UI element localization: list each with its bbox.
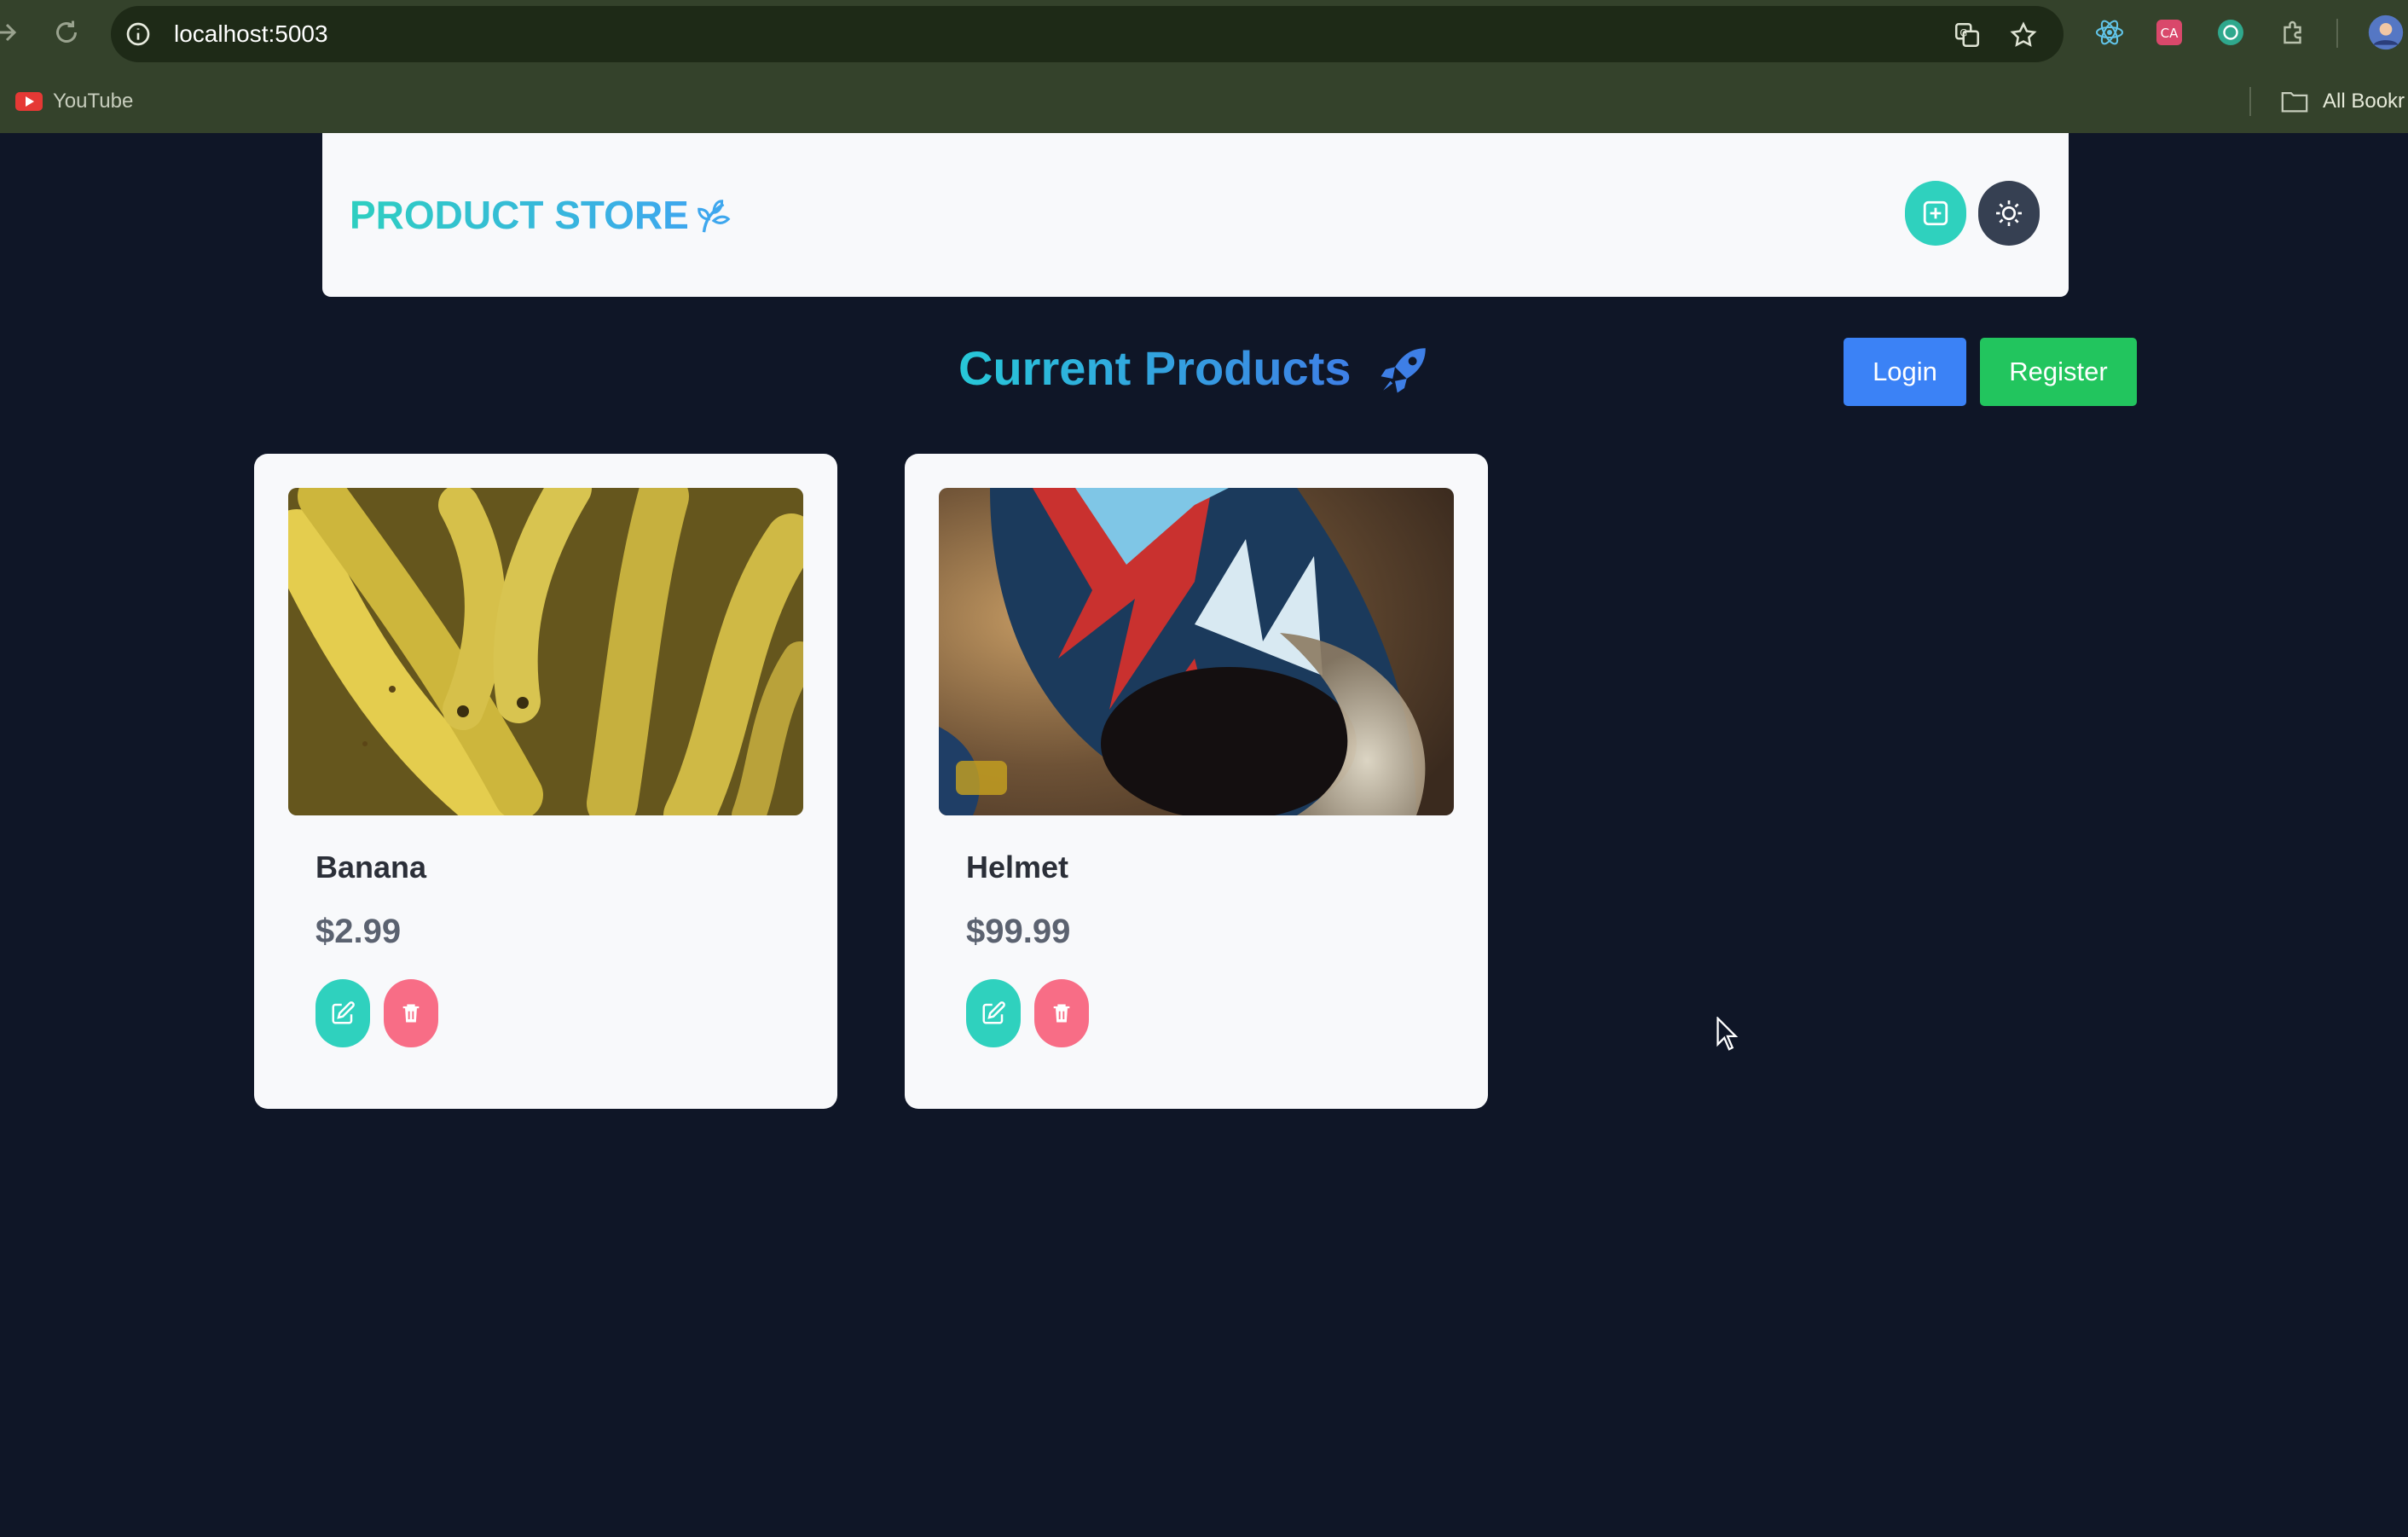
plus-square-icon — [1923, 200, 1948, 226]
extensions-puzzle-icon[interactable] — [2278, 17, 2309, 48]
all-bookmarks[interactable]: All Bookr — [2323, 85, 2405, 118]
leaf-icon — [698, 200, 731, 233]
mouse-cursor-icon — [1716, 1017, 1739, 1051]
rocket-icon — [1381, 348, 1426, 393]
register-button[interactable]: Register — [1980, 338, 2137, 406]
delete-product-button[interactable] — [384, 979, 438, 1047]
youtube-icon[interactable] — [15, 92, 43, 111]
url-text[interactable]: localhost:5003 — [174, 6, 328, 62]
product-card: Banana $2.99 — [254, 454, 837, 1109]
reload-icon[interactable] — [51, 17, 82, 48]
edit-icon — [982, 1001, 1005, 1024]
product-price: $2.99 — [315, 913, 402, 950]
edit-product-button[interactable] — [966, 979, 1021, 1047]
product-image-banana — [288, 488, 803, 815]
brand-title[interactable]: PRODUCT STORE — [350, 133, 689, 297]
react-devtools-icon[interactable] — [2094, 17, 2125, 48]
product-image-helmet — [939, 488, 1454, 815]
svg-text:G: G — [1959, 26, 1967, 38]
browser-toolbar: localhost:5003 G CA — [0, 0, 2408, 68]
product-name: Helmet — [966, 850, 1069, 884]
translate-icon[interactable]: G — [1953, 20, 1982, 49]
theme-toggle-button[interactable] — [1978, 181, 2040, 246]
toolbar-divider — [2336, 19, 2338, 48]
product-card: Helmet $99.99 — [905, 454, 1488, 1109]
top-navbar: PRODUCT STORE — [322, 133, 2069, 297]
forward-icon[interactable] — [0, 17, 22, 48]
page-title: Current Products — [958, 334, 1352, 403]
add-product-button[interactable] — [1905, 181, 1966, 246]
profile-avatar[interactable] — [2367, 14, 2405, 51]
product-price: $99.99 — [966, 913, 1071, 950]
folder-icon[interactable] — [2280, 89, 2309, 114]
delete-product-button[interactable] — [1034, 979, 1089, 1047]
bookmarks-bar — [0, 68, 2408, 133]
chatgpt-extension-icon[interactable] — [2215, 17, 2246, 48]
bookmark-star-icon[interactable] — [2009, 20, 2038, 49]
edit-icon — [332, 1001, 355, 1024]
extension-ca-icon[interactable]: CA — [2154, 17, 2185, 48]
product-name: Banana — [315, 850, 427, 884]
trash-icon — [1053, 1004, 1070, 1023]
svg-text:CA: CA — [2161, 26, 2179, 41]
bookmarks-divider — [2249, 87, 2251, 116]
trash-icon — [402, 1004, 420, 1023]
site-info-icon[interactable] — [124, 20, 152, 48]
login-button[interactable]: Login — [1844, 338, 1966, 406]
edit-product-button[interactable] — [315, 979, 370, 1047]
address-bar[interactable]: localhost:5003 G — [111, 6, 2064, 62]
bookmark-youtube[interactable]: YouTube — [53, 85, 133, 118]
sun-icon — [1996, 200, 2022, 226]
